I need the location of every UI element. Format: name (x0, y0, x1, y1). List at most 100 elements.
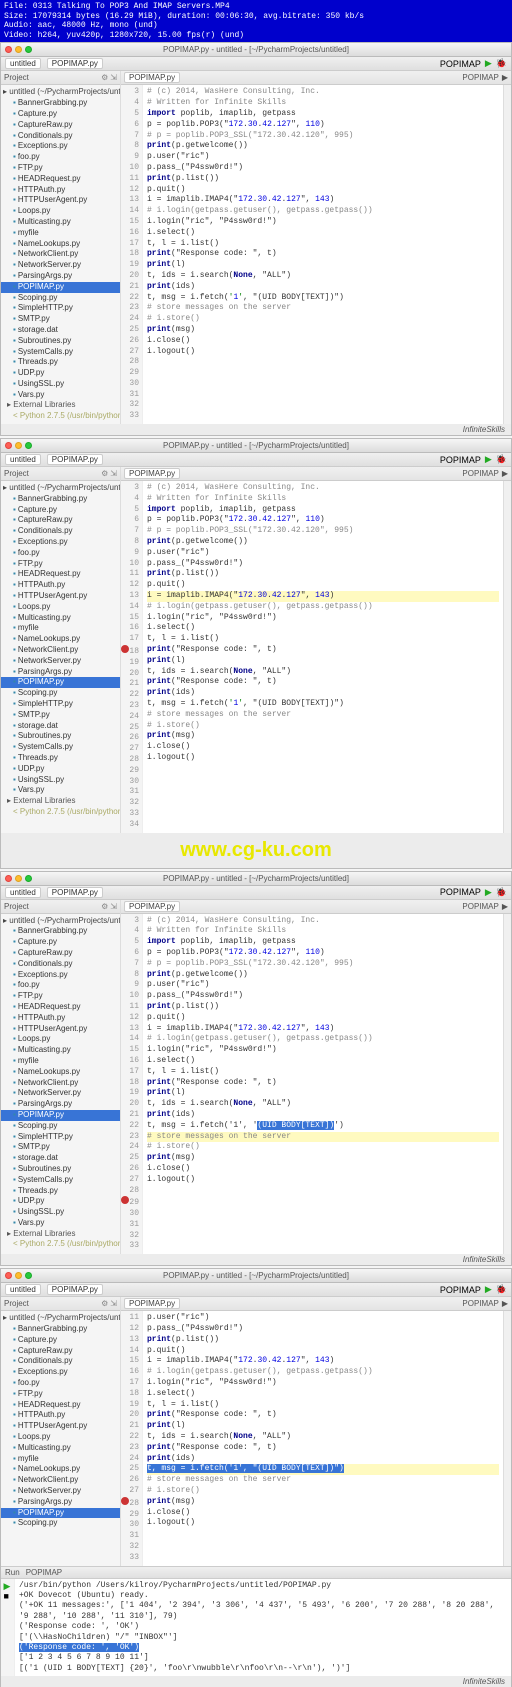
tree-item[interactable]: ▪storage.dat (1, 1153, 120, 1164)
tree-item[interactable]: ▪BannerGrabbing.py (1, 926, 120, 937)
run-icon[interactable]: ▶ (502, 469, 508, 478)
tree-item[interactable]: ▪Loops.py (1, 206, 120, 217)
line-gutter[interactable]: 3456789101112131415161718192021222324252… (121, 914, 143, 1255)
line-gutter[interactable]: 3456789101112131415161718192021222324252… (121, 481, 143, 833)
stop-icon[interactable]: ■ (4, 1591, 12, 1599)
run-config-select[interactable]: POPIMAP (440, 887, 481, 897)
breadcrumb-file[interactable]: POPIMAP.py (47, 58, 103, 69)
window-titlebar[interactable]: POPIMAP.py - untitled - [~/PycharmProjec… (1, 43, 511, 57)
code-area[interactable]: 3456789101112131415161718192021222324252… (121, 85, 511, 424)
breadcrumb-project[interactable]: untitled (5, 58, 41, 69)
run-config-small[interactable]: POPIMAP (462, 1299, 498, 1308)
error-stripe[interactable] (503, 1311, 511, 1565)
tree-item[interactable]: ▪CaptureRaw.py (1, 515, 120, 526)
tree-item[interactable]: ▪Loops.py (1, 1034, 120, 1045)
project-panel[interactable]: Project ⚙⇲ ▸ untitled (~/PycharmProjects… (1, 1297, 121, 1565)
run-config-select[interactable]: POPIMAP (440, 455, 481, 465)
tree-item[interactable]: ▪Vars.py (1, 785, 120, 796)
tree-item[interactable]: ▪Conditionals.py (1, 959, 120, 970)
tree-item[interactable]: ▪storage.dat (1, 325, 120, 336)
tree-item[interactable]: ▪Exceptions.py (1, 970, 120, 981)
tree-item[interactable]: ▪HEADRequest.py (1, 1400, 120, 1411)
breadcrumb-project[interactable]: untitled (5, 887, 41, 898)
run-config-select[interactable]: POPIMAP (440, 1285, 481, 1295)
tree-item[interactable]: ▪NameLookups.py (1, 634, 120, 645)
tree-item[interactable]: ▪UDP.py (1, 1196, 120, 1207)
window-titlebar[interactable]: POPIMAP.py - untitled - [~/PycharmProjec… (1, 1269, 511, 1283)
editor-file-tab[interactable]: POPIMAP.py (124, 901, 180, 912)
tree-item[interactable]: ▪ParsingArgs.py (1, 271, 120, 282)
collapse-icon[interactable]: ⇲ (110, 469, 117, 478)
project-tree[interactable]: ▸ untitled (~/PycharmProjects/untitled)▪… (1, 481, 120, 820)
tree-item[interactable]: ▪myfile (1, 1454, 120, 1465)
tree-item[interactable]: ▪Capture.py (1, 1335, 120, 1346)
tree-python-lib[interactable]: < Python 2.7.5 (/usr/bin/python) > /usr/… (1, 807, 120, 818)
editor-file-tab[interactable]: POPIMAP.py (124, 72, 180, 83)
tree-item[interactable]: ▪NetworkServer.py (1, 1486, 120, 1497)
tree-root[interactable]: ▸ untitled (~/PycharmProjects/untitled) (1, 916, 120, 927)
tree-item[interactable]: ▪FTP.py (1, 1389, 120, 1400)
console-panel[interactable]: Run POPIMAP ▶ ■ /usr/bin/python /Users/k… (1, 1566, 511, 1677)
breadcrumb-file[interactable]: POPIMAP.py (47, 887, 103, 898)
tree-item[interactable]: ▪myfile (1, 623, 120, 634)
tree-item[interactable]: ▪HEADRequest.py (1, 569, 120, 580)
run-icon[interactable]: ▶ (485, 58, 492, 69)
tree-item[interactable]: ▪HTTPUserAgent.py (1, 1421, 120, 1432)
run-config-small[interactable]: POPIMAP (462, 469, 498, 478)
tree-external-libs[interactable]: ▸ External Libraries (1, 400, 120, 411)
tree-item[interactable]: ▪Loops.py (1, 602, 120, 613)
tree-item[interactable]: ▪HTTPAuth.py (1, 1013, 120, 1024)
tree-item[interactable]: ▪HEADRequest.py (1, 174, 120, 185)
tree-item[interactable]: ▪HTTPUserAgent.py (1, 591, 120, 602)
tree-item[interactable]: ▪Scoping.py (1, 688, 120, 699)
project-tree[interactable]: ▸ untitled (~/PycharmProjects/untitled)▪… (1, 914, 120, 1253)
error-stripe[interactable] (503, 914, 511, 1255)
tree-item[interactable]: ▪BannerGrabbing.py (1, 1324, 120, 1335)
tree-root[interactable]: ▸ untitled (~/PycharmProjects/untitled) (1, 483, 120, 494)
run-icon[interactable]: ▶ (502, 73, 508, 82)
tree-item[interactable]: ▪Capture.py (1, 505, 120, 516)
tree-item[interactable]: ▪foo.py (1, 152, 120, 163)
tree-item[interactable]: ▪NetworkServer.py (1, 1088, 120, 1099)
tree-item[interactable]: ▪UDP.py (1, 368, 120, 379)
tree-item[interactable]: ▪Subroutines.py (1, 336, 120, 347)
tree-item[interactable]: ▪Multicasting.py (1, 217, 120, 228)
tree-item[interactable]: ▪BannerGrabbing.py (1, 98, 120, 109)
tree-item[interactable]: ▪Conditionals.py (1, 131, 120, 142)
tree-item[interactable]: ▪Subroutines.py (1, 1164, 120, 1175)
debug-icon[interactable]: 🐞 (496, 454, 507, 465)
tree-item[interactable]: ▪HTTPUserAgent.py (1, 195, 120, 206)
run-icon[interactable]: ▶ (485, 1284, 492, 1295)
tree-item[interactable]: ▪foo.py (1, 548, 120, 559)
tree-item[interactable]: ▪Threads.py (1, 753, 120, 764)
run-config-small[interactable]: POPIMAP (462, 73, 498, 82)
tree-item[interactable]: ▪SystemCalls.py (1, 742, 120, 753)
tree-item[interactable]: ▪Subroutines.py (1, 731, 120, 742)
window-titlebar[interactable]: POPIMAP.py - untitled - [~/PycharmProjec… (1, 439, 511, 453)
code-text[interactable]: p.user("ric")p.pass_("P4ssw0rd!")print(p… (143, 1311, 503, 1565)
tree-item[interactable]: ▪foo.py (1, 1378, 120, 1389)
tree-item[interactable]: ▪myfile (1, 1056, 120, 1067)
console-tab-name[interactable]: POPIMAP (26, 1568, 62, 1577)
tree-item[interactable]: ▪POPIMAP.py (1, 677, 120, 688)
tree-item[interactable]: ▪UsingSSL.py (1, 379, 120, 390)
collapse-icon[interactable]: ⇲ (110, 902, 117, 911)
gear-icon[interactable]: ⚙ (101, 469, 108, 478)
tree-item[interactable]: ▪SimpleHTTP.py (1, 303, 120, 314)
run-config-small[interactable]: POPIMAP (462, 902, 498, 911)
tree-item[interactable]: ▪NameLookups.py (1, 239, 120, 250)
debug-icon[interactable]: 🐞 (496, 887, 507, 898)
collapse-icon[interactable]: ⇲ (110, 73, 117, 82)
code-text[interactable]: # (c) 2014, WasHere Consulting, Inc.# Wr… (143, 481, 503, 833)
tree-item[interactable]: ▪Exceptions.py (1, 537, 120, 548)
tree-item[interactable]: ▪HTTPUserAgent.py (1, 1024, 120, 1035)
code-text[interactable]: # (c) 2014, WasHere Consulting, Inc.# Wr… (143, 914, 503, 1255)
tree-item[interactable]: ▪UsingSSL.py (1, 1207, 120, 1218)
line-gutter[interactable]: 3456789101112131415161718192021222324252… (121, 85, 143, 424)
run-icon[interactable]: ▶ (502, 1299, 508, 1308)
project-tree[interactable]: ▸ untitled (~/PycharmProjects/untitled)▪… (1, 1311, 120, 1531)
tree-item[interactable]: ▪BannerGrabbing.py (1, 494, 120, 505)
tree-item[interactable]: ▪Scoping.py (1, 1518, 120, 1529)
tree-item[interactable]: ▪NameLookups.py (1, 1067, 120, 1078)
tree-item[interactable]: ▪SMTP.py (1, 710, 120, 721)
